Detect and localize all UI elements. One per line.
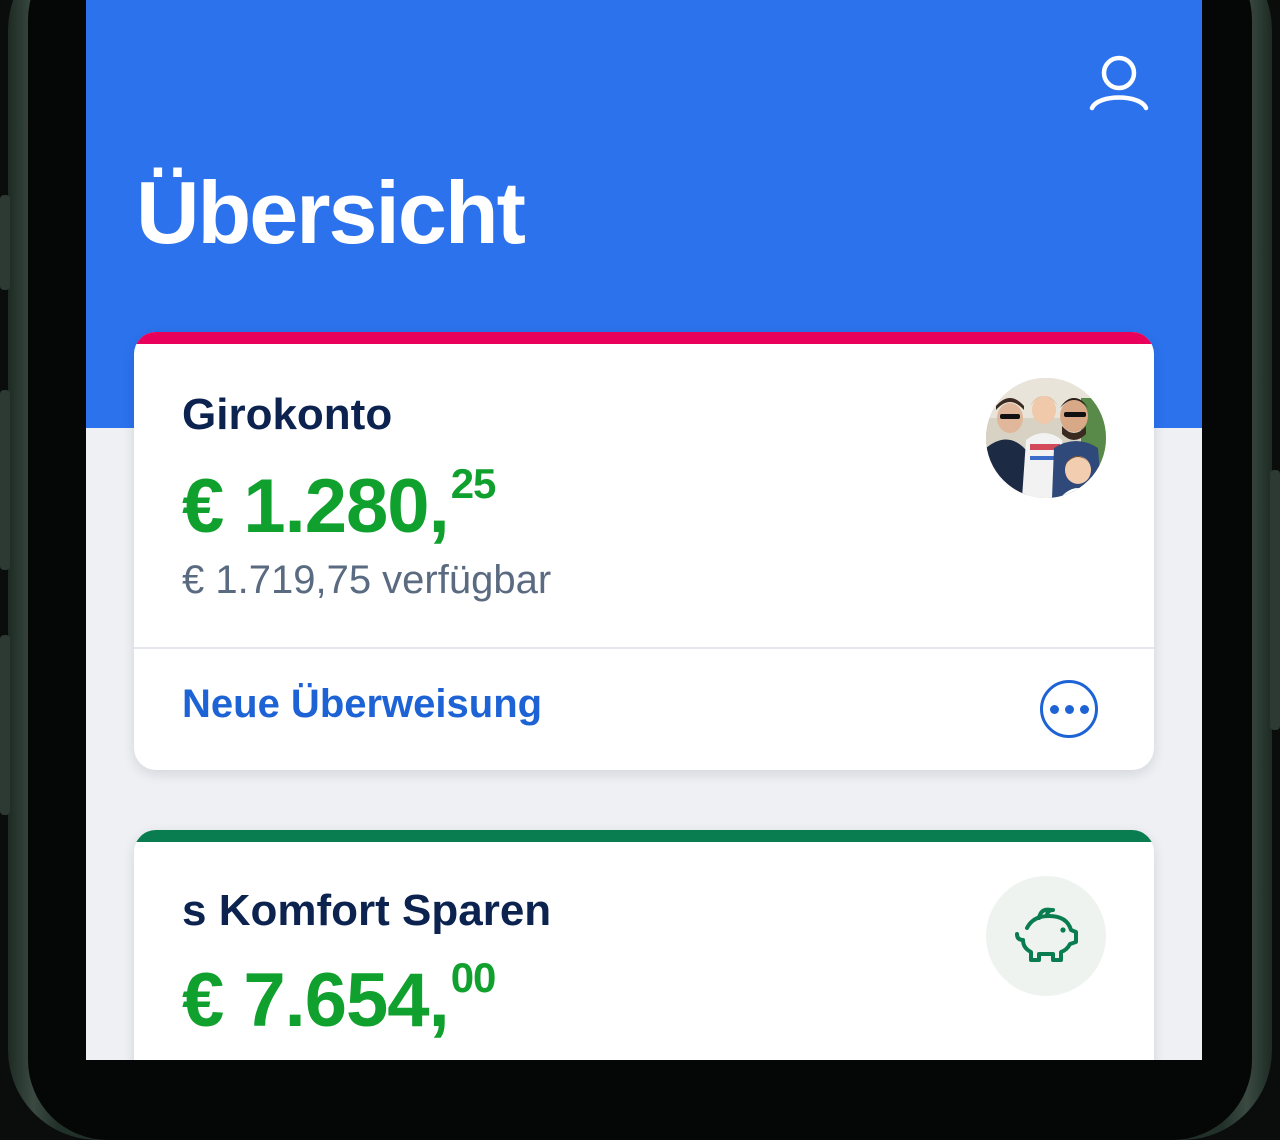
card-accent-bar <box>134 830 1154 842</box>
balance-cents: 25 <box>450 460 497 507</box>
card-accent-bar <box>134 332 1154 344</box>
balance-main: € 1.280, <box>182 464 450 549</box>
more-dot <box>1064 704 1074 714</box>
family-photo-avatar[interactable] <box>986 378 1106 498</box>
power-button <box>1270 470 1280 730</box>
account-card-girokonto[interactable]: Girokonto € 1.280,25 € 1.719,75 verfügba… <box>134 332 1154 770</box>
piggy-bank-icon <box>1015 907 1078 962</box>
more-dot <box>1079 704 1089 714</box>
page-title: Übersicht <box>136 163 526 262</box>
user-profile-icon[interactable] <box>1086 50 1152 116</box>
account-name: Girokonto <box>182 390 393 439</box>
account-card-komfort-sparen[interactable]: s Komfort Sparen € 7.654,00 <box>134 830 1154 1060</box>
balance-cents: 00 <box>450 954 497 1001</box>
new-transfer-button[interactable]: Neue Überweisung <box>182 682 542 727</box>
more-dot <box>1049 704 1059 714</box>
volume-up-button <box>0 390 10 570</box>
mute-switch <box>0 195 10 290</box>
account-balance: € 1.280,25 <box>182 460 497 550</box>
more-horizontal-icon[interactable] <box>1040 680 1098 738</box>
savings-icon-badge <box>986 876 1106 996</box>
account-name: s Komfort Sparen <box>182 886 552 935</box>
balance-main: € 7.654, <box>182 958 450 1043</box>
card-divider <box>134 647 1154 649</box>
account-balance: € 7.654,00 <box>182 954 497 1044</box>
available-balance: € 1.719,75 verfügbar <box>182 558 552 602</box>
family-photo <box>986 378 1106 498</box>
app-screen: Übersicht Girokonto € 1.280,25 € 1.719,7… <box>86 0 1202 1060</box>
volume-down-button <box>0 635 10 815</box>
